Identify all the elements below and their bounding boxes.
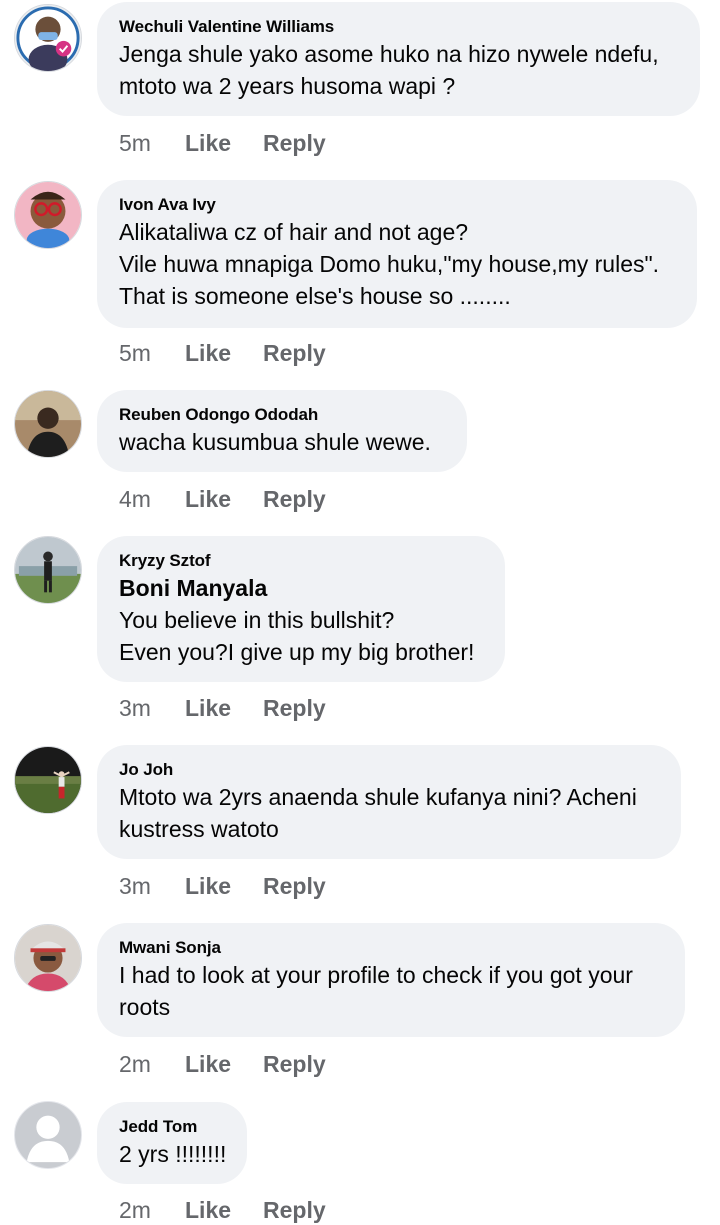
reply-button[interactable]: Reply [263, 871, 326, 901]
like-button[interactable]: Like [185, 128, 263, 158]
like-button[interactable]: Like [185, 1049, 263, 1079]
man-portrait-avatar-icon [15, 391, 81, 457]
comment-text-line: mtoto wa 2 years husoma wapi ? [119, 73, 456, 99]
comment-timestamp[interactable]: 4m [119, 484, 185, 514]
comment-timestamp[interactable]: 2m [119, 1049, 185, 1079]
comment-timestamp[interactable]: 3m [119, 871, 185, 901]
like-button[interactable]: Like [185, 484, 263, 514]
comment-text-line: Vile huwa mnapiga Domo huku,"my house,my… [119, 251, 660, 277]
comment-bubble: Mwani Sonja I had to look at your profil… [97, 923, 685, 1037]
reply-button[interactable]: Reply [263, 338, 326, 368]
reply-button[interactable]: Reply [263, 1049, 326, 1079]
reply-button[interactable]: Reply [263, 484, 326, 514]
comment-actions: 4m Like Reply [119, 484, 326, 514]
comment-author[interactable]: Jedd Tom [119, 1116, 225, 1138]
comment-text-line: Mtoto wa 2yrs anaenda shule kufanya nini… [119, 784, 637, 810]
comment-author[interactable]: Kryzy Sztof [119, 550, 483, 572]
comment-text-line: kustress watoto [119, 816, 279, 842]
comment-text-line: roots [119, 994, 171, 1020]
man-with-cap-avatar-icon [15, 925, 81, 991]
like-button[interactable]: Like [185, 1195, 263, 1225]
reply-button[interactable]: Reply [263, 1195, 326, 1225]
comment-text-line: 2 yrs !!!!!!!! [119, 1141, 227, 1167]
comment-author[interactable]: Mwani Sonja [119, 937, 663, 959]
comment-timestamp[interactable]: 5m [119, 128, 185, 158]
comment-actions: 5m Like Reply [119, 338, 326, 368]
comment-bubble: Jo Joh Mtoto wa 2yrs anaenda shule kufan… [97, 745, 681, 859]
avatar[interactable] [14, 924, 82, 992]
like-button[interactable]: Like [185, 338, 263, 368]
comment-text-line: wacha kusumbua shule wewe. [119, 429, 431, 455]
comment-actions: 5m Like Reply [119, 128, 326, 158]
comment-text-line: Even you?I give up my big brother! [119, 639, 475, 665]
mention-tag[interactable]: Boni Manyala [119, 572, 483, 604]
comment-bubble: Wechuli Valentine Williams Jenga shule y… [97, 2, 700, 116]
like-button[interactable]: Like [185, 871, 263, 901]
comment-actions: 2m Like Reply [119, 1049, 326, 1079]
avatar[interactable] [14, 181, 82, 249]
comment-actions: 2m Like Reply [119, 1195, 326, 1225]
reply-button[interactable]: Reply [263, 128, 326, 158]
avatar[interactable] [14, 1101, 82, 1169]
vaccinated-badge-avatar-icon [15, 5, 81, 71]
comment-author[interactable]: Wechuli Valentine Williams [119, 16, 678, 38]
comment-timestamp[interactable]: 2m [119, 1195, 185, 1225]
avatar[interactable] [14, 4, 82, 72]
comment-timestamp[interactable]: 3m [119, 693, 185, 723]
comment-bubble: Jedd Tom 2 yrs !!!!!!!! [97, 1102, 247, 1184]
avatar[interactable] [14, 746, 82, 814]
man-outdoor-avatar-icon [15, 537, 81, 603]
person-landscape-avatar-icon [15, 747, 81, 813]
child-with-glasses-avatar-icon [15, 182, 81, 248]
comment-author[interactable]: Ivon Ava Ivy [119, 194, 675, 216]
comment-text-line: That is someone else's house so ........ [119, 283, 511, 309]
comment-text-line: I had to look at your profile to check i… [119, 962, 633, 988]
reply-button[interactable]: Reply [263, 693, 326, 723]
comment-author[interactable]: Reuben Odongo Ododah [119, 404, 445, 426]
comment-text-line: Jenga shule yako asome huko na hizo nywe… [119, 41, 659, 67]
comment-actions: 3m Like Reply [119, 871, 326, 901]
comment-author[interactable]: Jo Joh [119, 759, 659, 781]
comment-text-line: You believe in this bullshit? [119, 607, 395, 633]
comment-actions: 3m Like Reply [119, 693, 326, 723]
comment-text-line: Alikataliwa cz of hair and not age? [119, 219, 469, 245]
comment-bubble: Ivon Ava Ivy Alikataliwa cz of hair and … [97, 180, 697, 328]
like-button[interactable]: Like [185, 693, 263, 723]
default-profile-avatar-icon [15, 1102, 81, 1168]
avatar[interactable] [14, 536, 82, 604]
comment-timestamp[interactable]: 5m [119, 338, 185, 368]
comment-bubble: Kryzy Sztof Boni Manyala You believe in … [97, 536, 505, 682]
avatar[interactable] [14, 390, 82, 458]
comment-bubble: Reuben Odongo Ododah wacha kusumbua shul… [97, 390, 467, 472]
